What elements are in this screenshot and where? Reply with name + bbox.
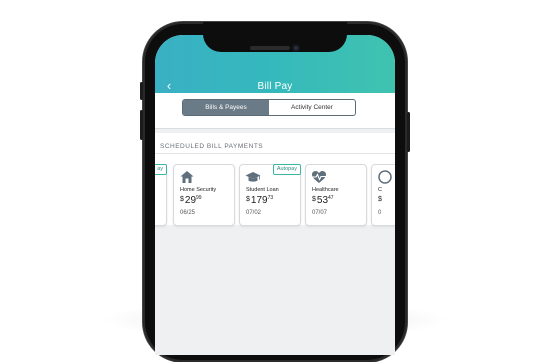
section-title: SCHEDULED BILL PAYMENTS bbox=[160, 143, 264, 150]
bill-amount: $5347 bbox=[312, 195, 334, 206]
autopay-badge: ay bbox=[155, 164, 167, 175]
segmented-control: Bills & Payees Activity Center bbox=[182, 99, 356, 116]
bill-card-student-loan[interactable]: Autopay Student Loan $17973 07/02 bbox=[239, 164, 301, 226]
phone-side-button bbox=[140, 82, 143, 100]
phone-side-button bbox=[407, 112, 410, 152]
partial-icon bbox=[378, 170, 392, 184]
bill-date: 07/02 bbox=[246, 210, 262, 216]
bill-amount: $2999 bbox=[180, 195, 202, 206]
bill-card-home-security[interactable]: Home Security $2999 06/25 bbox=[173, 164, 235, 226]
bill-date: 06/25 bbox=[180, 210, 196, 216]
phone-frame: ‹ Bill Pay Bills & Payees Activity Cente… bbox=[140, 22, 410, 362]
phone-screen: ‹ Bill Pay Bills & Payees Activity Cente… bbox=[155, 35, 395, 355]
heart-pulse-icon bbox=[312, 171, 326, 183]
bill-date: 0 bbox=[378, 210, 382, 216]
bill-amount: $17973 bbox=[246, 195, 274, 206]
bill-name: C bbox=[378, 187, 382, 193]
front-camera bbox=[292, 44, 300, 52]
tab-bills-payees[interactable]: Bills & Payees bbox=[183, 100, 269, 115]
scheduled-payments-section: SCHEDULED BILL PAYMENTS ay Home Security… bbox=[155, 133, 395, 226]
bill-name: Healthcare bbox=[312, 187, 339, 193]
segmented-control-bar: Bills & Payees Activity Center bbox=[155, 93, 395, 129]
house-icon bbox=[180, 171, 194, 183]
divider bbox=[155, 153, 395, 154]
bill-card[interactable]: C $ 0 bbox=[371, 164, 395, 226]
graduation-cap-icon bbox=[245, 172, 261, 182]
bill-card[interactable]: ay bbox=[155, 164, 167, 226]
bill-date: 07/07 bbox=[312, 210, 328, 216]
speaker-grille bbox=[250, 46, 290, 50]
bill-name: Home Security bbox=[180, 187, 217, 193]
bill-card-healthcare[interactable]: Healthcare $5347 07/07 bbox=[305, 164, 367, 226]
phone-side-button bbox=[140, 110, 143, 140]
bill-name: Student Loan bbox=[246, 187, 279, 193]
main-content: SCHEDULED BILL PAYMENTS ay Home Security… bbox=[155, 129, 395, 355]
tab-activity-center[interactable]: Activity Center bbox=[269, 100, 355, 115]
bill-amount: $ bbox=[378, 196, 382, 203]
autopay-badge: Autopay bbox=[272, 164, 301, 175]
page-title: Bill Pay bbox=[257, 81, 293, 92]
